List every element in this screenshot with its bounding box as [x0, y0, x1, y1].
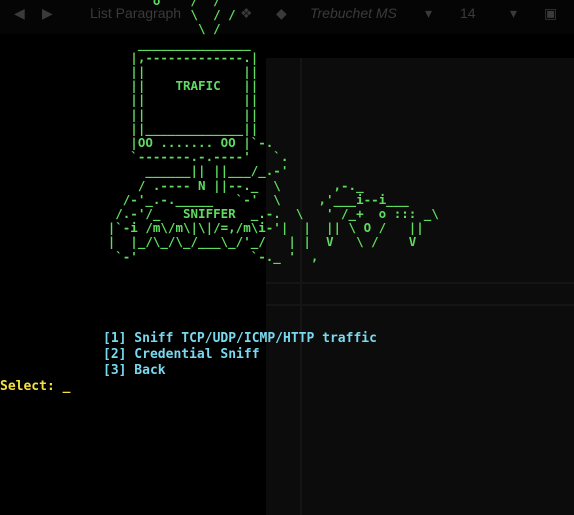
panel-icon[interactable]: ▣	[544, 5, 557, 22]
page-divider	[266, 282, 574, 284]
select-prompt[interactable]: Select: _	[0, 379, 70, 395]
font-size-select[interactable]: 14	[460, 5, 476, 21]
menu-item-back[interactable]: [3] Back	[103, 363, 377, 379]
ascii-art-sniffer: o / / \ / / \ / _______________ |,------…	[107, 0, 439, 264]
menu-item-sniff-traffic[interactable]: [1] Sniff TCP/UDP/ICMP/HTTP traffic	[103, 331, 377, 347]
text-cursor: _	[62, 379, 71, 394]
back-arrow-icon[interactable]: ◀	[14, 5, 25, 22]
prompt-label: Select:	[0, 379, 63, 394]
menu-item-credential-sniff[interactable]: [2] Credential Sniff	[103, 347, 377, 363]
menu-options: [1] Sniff TCP/UDP/ICMP/HTTP traffic [2] …	[103, 331, 377, 379]
page-divider-2	[266, 304, 574, 306]
size-dropdown-icon[interactable]: ▾	[510, 5, 517, 22]
